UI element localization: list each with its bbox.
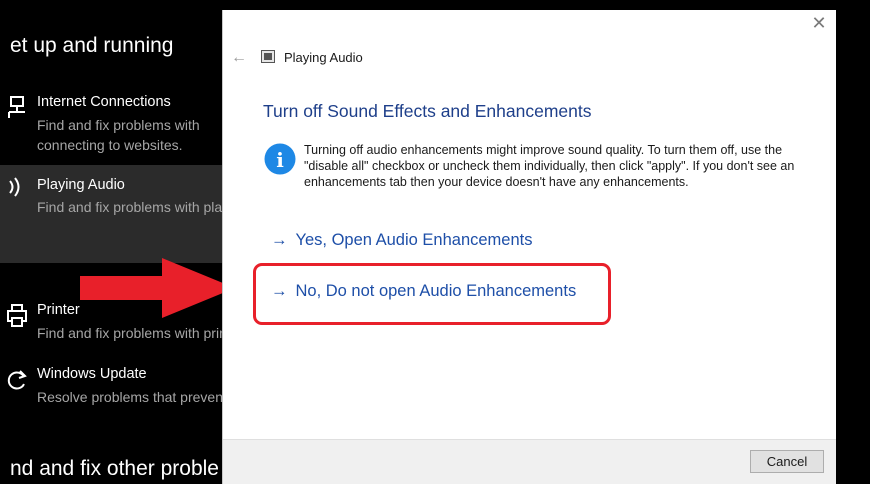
bg-item-playing-audio[interactable]: Playing Audio Find and fix problems with…	[0, 165, 222, 263]
bg-item-desc: Find and fix problems with playing sound	[37, 199, 222, 215]
dialog-footer: Cancel	[223, 439, 836, 484]
cancel-button[interactable]: Cancel	[750, 450, 824, 473]
bg-item-internet-connections[interactable]: Internet Connections Find and fix proble…	[0, 90, 222, 162]
close-icon[interactable]: ✕	[810, 14, 828, 32]
network-icon	[8, 96, 25, 118]
info-text: Turning off audio enhancements might imp…	[304, 143, 795, 189]
arrow-right-icon: →	[271, 231, 288, 249]
printer-icon	[7, 304, 27, 327]
bg-item-desc: Find and fix problems with printing	[37, 325, 222, 341]
link-label: No, Do not open Audio Enhancements	[295, 282, 577, 300]
link-label: Yes, Open Audio Enhancements	[295, 231, 533, 249]
dialog-heading: Turn off Sound Effects and Enhancements	[263, 101, 592, 121]
dialog-title: Playing Audio	[284, 50, 363, 65]
bg-item-title: Internet Connections	[37, 94, 171, 110]
arrow-right-icon: →	[271, 282, 288, 300]
troubleshooter-app-icon	[261, 50, 275, 63]
troubleshooter-dialog: ✕ ← Playing Audio Turn off Sound Effects…	[222, 10, 836, 484]
refresh-icon	[7, 370, 27, 390]
red-arrow-icon	[80, 258, 235, 318]
back-arrow-icon[interactable]: ←	[231, 49, 247, 67]
bg-item-windows-update[interactable]: Windows Update Resolve problems that pre…	[0, 362, 222, 414]
bg-item-title: Playing Audio	[37, 177, 125, 193]
bg-item-desc: Resolve problems that prevent updating	[37, 389, 222, 405]
background-heading: et up and running	[10, 34, 174, 57]
bg-item-desc: Find and fix problems with connecting to…	[37, 117, 200, 153]
speaker-icon	[9, 177, 20, 197]
info-glyph: i	[276, 148, 284, 172]
bg-item-title: Printer	[37, 302, 80, 318]
bg-item-title: Windows Update	[37, 366, 147, 382]
background-footer-heading: nd and fix other proble	[10, 457, 219, 480]
do-not-open-enhancements-link[interactable]: → No, Do not open Audio Enhancements	[271, 282, 576, 301]
open-enhancements-link[interactable]: → Yes, Open Audio Enhancements	[271, 231, 532, 250]
info-icon: i	[264, 143, 296, 175]
